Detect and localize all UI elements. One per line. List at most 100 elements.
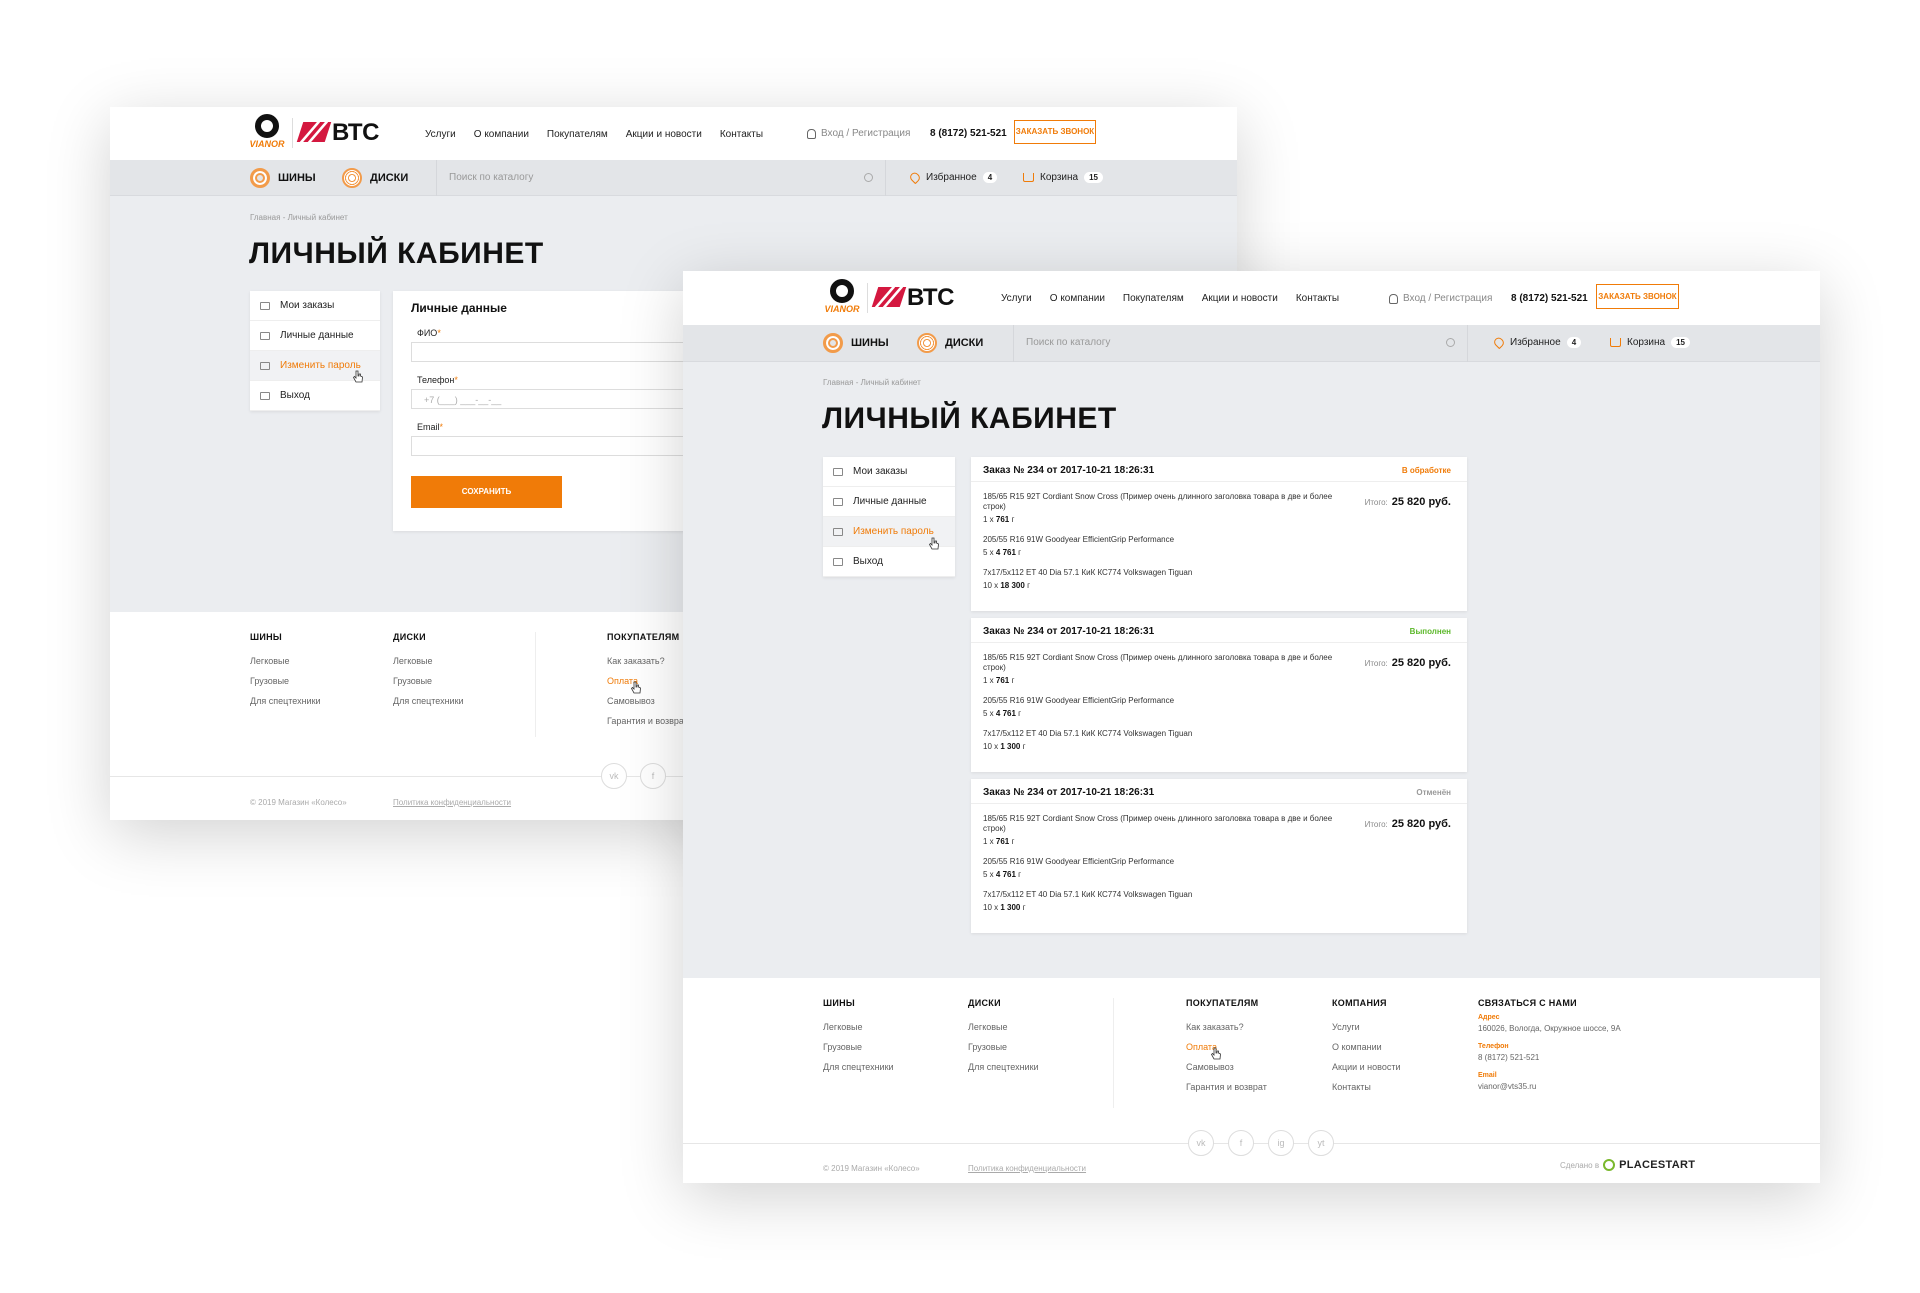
favorites-count: 4 <box>1566 337 1582 348</box>
footer-link[interactable]: О компании <box>1332 1042 1401 1052</box>
footer-link[interactable]: Грузовые <box>250 676 321 686</box>
nav-item[interactable]: О компании <box>474 129 529 140</box>
footer-link[interactable]: Для спецтехники <box>823 1062 894 1072</box>
footer-link[interactable]: Гарантия и возврат <box>1186 1082 1267 1092</box>
order-items: 185/65 R15 92T Cordiant Snow Cross (Прим… <box>983 492 1333 601</box>
vk-icon[interactable]: vk <box>1188 1130 1214 1156</box>
order-title: Заказ № 234 от 2017-10-21 18:26:31 <box>983 465 1155 476</box>
tires-link[interactable]: ШИНЫ <box>250 168 316 188</box>
page-title: ЛИЧНЫЙ КАБИНЕТ <box>249 237 544 270</box>
cart-link[interactable]: Корзина 15 <box>1023 172 1103 183</box>
tires-link[interactable]: ШИНЫ <box>823 333 889 353</box>
footer-link-active[interactable]: Оплата <box>607 676 688 686</box>
breadcrumb-home[interactable]: Главная <box>823 378 853 387</box>
youtube-icon[interactable]: yt <box>1308 1130 1334 1156</box>
email-field[interactable] <box>411 436 711 456</box>
favorites-link[interactable]: Избранное 4 <box>908 170 998 185</box>
order-card[interactable]: Заказ № 234 от 2017-10-21 18:26:31 Выпол… <box>971 618 1467 772</box>
login-link[interactable]: Вход / Регистрация <box>1389 293 1492 304</box>
footer-link[interactable]: Акции и новости <box>1332 1062 1401 1072</box>
menu-item-logout[interactable]: Выход <box>823 547 955 577</box>
footer-link[interactable]: Для спецтехники <box>393 696 464 706</box>
callback-button[interactable]: ЗАКАЗАТЬ ЗВОНОК <box>1014 120 1096 144</box>
nav-item[interactable]: Акции и новости <box>626 129 702 140</box>
footer-link[interactable]: Самовывоз <box>607 696 688 706</box>
phone-label: Телефон* <box>417 375 458 385</box>
account-menu: Мои заказы Личные данные Изменить пароль… <box>823 457 955 577</box>
phone-field[interactable]: +7 (___) ___-__-__ <box>411 389 711 409</box>
logo[interactable]: VIANOR ВТС <box>823 279 954 317</box>
search-icon[interactable] <box>864 173 873 182</box>
order-card[interactable]: Заказ № 234 от 2017-10-21 18:26:31 Отмен… <box>971 779 1467 933</box>
orders-icon <box>833 467 843 476</box>
footer-link[interactable]: Как заказать? <box>607 656 688 666</box>
order-item: 205/55 R16 91W Goodyear EfficientGrip Pe… <box>983 696 1175 718</box>
footer-link[interactable]: Грузовые <box>968 1042 1039 1052</box>
nav-item[interactable]: Покупателям <box>547 129 608 140</box>
fio-field[interactable] <box>411 342 711 362</box>
logo[interactable]: VIANOR ВТС <box>248 114 379 152</box>
header-phone[interactable]: 8 (8172) 521-521 <box>1511 293 1588 304</box>
search-input[interactable]: Поиск по каталогу <box>1013 325 1468 362</box>
footer-link[interactable]: Грузовые <box>393 676 464 686</box>
facebook-icon[interactable]: f <box>640 763 666 789</box>
facebook-icon[interactable]: f <box>1228 1130 1254 1156</box>
order-total: Итого: 25 820 руб. <box>1364 496 1451 508</box>
menu-item-orders[interactable]: Мои заказы <box>250 291 380 321</box>
logout-icon <box>260 391 270 400</box>
header: VIANOR ВТС Услуги О компании Покупателям… <box>110 107 1237 160</box>
footer-link[interactable]: Контакты <box>1332 1082 1401 1092</box>
nav-item[interactable]: Услуги <box>425 129 456 140</box>
menu-item-orders[interactable]: Мои заказы <box>823 457 955 487</box>
nav-item[interactable]: Акции и новости <box>1202 293 1278 304</box>
header-phone[interactable]: 8 (8172) 521-521 <box>930 128 1007 139</box>
save-button[interactable]: СОХРАНИТЬ <box>411 476 562 508</box>
footer-link[interactable]: Легковые <box>968 1022 1039 1032</box>
made-by[interactable]: Сделано в PLACESTART <box>1560 1159 1695 1171</box>
nav-item[interactable]: Покупателям <box>1123 293 1184 304</box>
policy-link[interactable]: Политика конфиденциальности <box>393 798 511 807</box>
main-nav: Услуги О компании Покупателям Акции и но… <box>1001 271 1357 325</box>
order-title: Заказ № 234 от 2017-10-21 18:26:31 <box>983 787 1155 798</box>
id-card-icon <box>260 331 270 340</box>
search-input[interactable]: Поиск по каталогу <box>436 160 886 196</box>
footer-email[interactable]: vianor@vts35.ru <box>1478 1082 1621 1091</box>
login-link[interactable]: Вход / Регистрация <box>807 128 910 139</box>
nav-item[interactable]: Контакты <box>1296 293 1339 304</box>
vk-icon[interactable]: vk <box>601 763 627 789</box>
user-icon <box>1389 293 1398 304</box>
lock-icon <box>260 361 270 370</box>
footer-link[interactable]: Грузовые <box>823 1042 894 1052</box>
instagram-icon[interactable]: ig <box>1268 1130 1294 1156</box>
cart-link[interactable]: Корзина 15 <box>1610 337 1690 348</box>
footer-link[interactable]: Самовывоз <box>1186 1062 1267 1072</box>
footer-link[interactable]: Легковые <box>823 1022 894 1032</box>
order-card[interactable]: Заказ № 234 от 2017-10-21 18:26:31 В обр… <box>971 457 1467 611</box>
rims-link[interactable]: ДИСКИ <box>342 168 408 188</box>
menu-item-personal[interactable]: Личные данные <box>823 487 955 517</box>
footer-link[interactable]: Услуги <box>1332 1022 1401 1032</box>
tire-icon <box>250 168 270 188</box>
rims-link[interactable]: ДИСКИ <box>917 333 983 353</box>
footer-link[interactable]: Легковые <box>250 656 321 666</box>
search-icon[interactable] <box>1446 338 1455 347</box>
footer-link[interactable]: Для спецтехники <box>250 696 321 706</box>
menu-item-logout[interactable]: Выход <box>250 381 380 411</box>
placestart-icon <box>1603 1159 1616 1171</box>
nav-item[interactable]: Контакты <box>720 129 763 140</box>
footer-link[interactable]: Как заказать? <box>1186 1022 1267 1032</box>
policy-link[interactable]: Политика конфиденциальности <box>968 1164 1086 1173</box>
favorites-link[interactable]: Избранное 4 <box>1492 335 1582 350</box>
menu-item-personal[interactable]: Личные данные <box>250 321 380 351</box>
footer-link[interactable]: Для спецтехники <box>968 1062 1039 1072</box>
breadcrumb-home[interactable]: Главная <box>250 213 280 222</box>
order-items: 185/65 R15 92T Cordiant Snow Cross (Прим… <box>983 653 1333 762</box>
nav-item[interactable]: О компании <box>1050 293 1105 304</box>
footer-link-active[interactable]: Оплата <box>1186 1042 1267 1052</box>
nav-item[interactable]: Услуги <box>1001 293 1032 304</box>
callback-button[interactable]: ЗАКАЗАТЬ ЗВОНОК <box>1596 284 1679 309</box>
order-item: 7x17/5x112 ET 40 Dia 57.1 КиК КС774 Volk… <box>983 890 1193 912</box>
footer-link[interactable]: Гарантия и возврат <box>607 716 688 726</box>
footer-link[interactable]: Легковые <box>393 656 464 666</box>
footer-phone[interactable]: 8 (8172) 521-521 <box>1478 1053 1621 1062</box>
